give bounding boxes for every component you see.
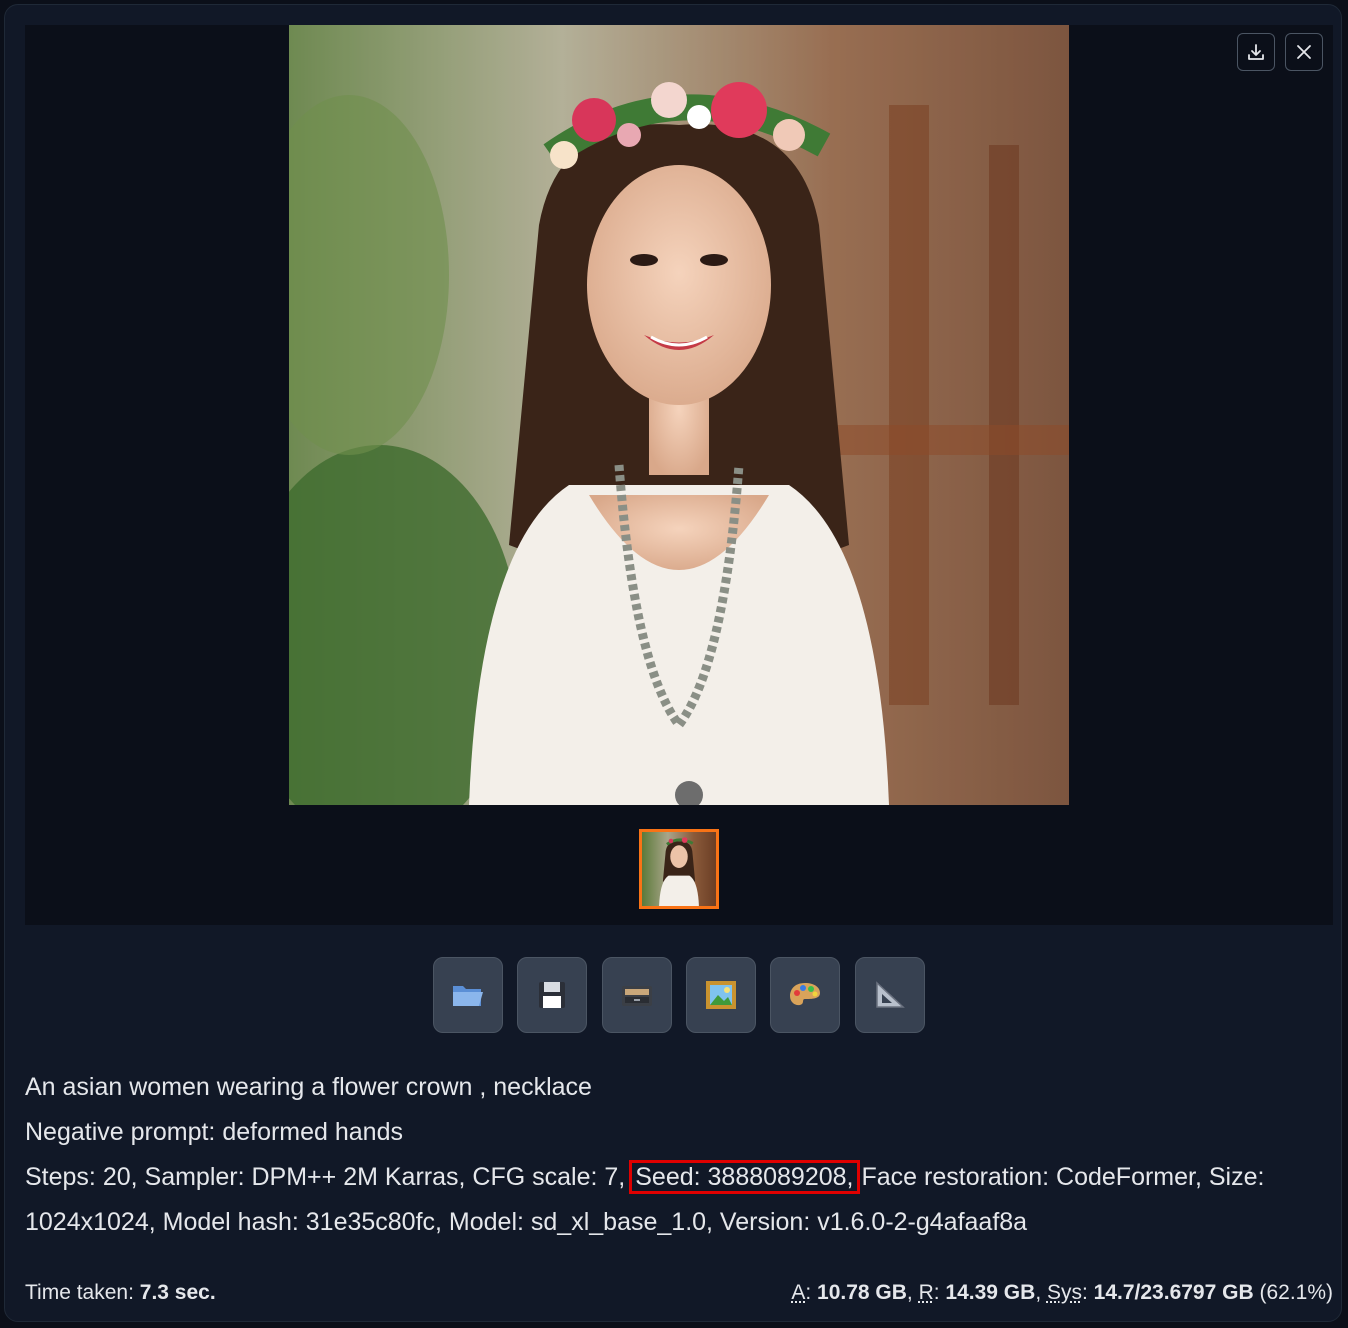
gallery-thumbnail[interactable]: [639, 829, 719, 909]
send-to-extras-button[interactable]: [855, 957, 925, 1033]
close-icon: [1297, 45, 1311, 59]
zip-button[interactable]: [602, 957, 672, 1033]
status-footer: Time taken: 7.3 sec. A: 10.78 GB, R: 14.…: [25, 1275, 1333, 1311]
params-before-seed: Steps: 20, Sampler: DPM++ 2M Karras, CFG…: [25, 1163, 626, 1191]
memory-usage: A: 10.78 GB, R: 14.39 GB, Sys: 14.7/23.6…: [791, 1281, 1333, 1304]
triangle-ruler-icon: [876, 981, 905, 1008]
palette-icon: [790, 983, 820, 1006]
a-value: 10.78 GB: [817, 1281, 907, 1304]
time-taken-label: Time taken:: [25, 1281, 134, 1304]
folder-icon: [453, 986, 483, 1006]
framed-picture-icon: [706, 981, 736, 1009]
open-folder-button[interactable]: [433, 957, 503, 1033]
main-image[interactable]: [289, 25, 1069, 805]
send-to-inpaint-button[interactable]: [770, 957, 840, 1033]
generation-info: An asian women wearing a flower crown , …: [25, 1065, 1325, 1245]
sys-percent: (62.1%): [1259, 1281, 1333, 1304]
portrait-image: [289, 25, 1069, 805]
r-label: R: [918, 1281, 934, 1304]
image-gallery: [25, 25, 1333, 925]
close-button[interactable]: [1285, 33, 1323, 71]
action-toolbar: [433, 957, 925, 1033]
result-panel: An asian women wearing a flower crown , …: [4, 4, 1342, 1322]
negative-prompt-text: Negative prompt: deformed hands: [25, 1118, 403, 1146]
generation-params: Steps: 20, Sampler: DPM++ 2M Karras, CFG…: [25, 1155, 1325, 1245]
prompt-text: An asian women wearing a flower crown , …: [25, 1073, 592, 1101]
time-taken: Time taken: 7.3 sec.: [25, 1281, 216, 1304]
download-button[interactable]: [1237, 33, 1275, 71]
sys-label: Sys: [1046, 1281, 1082, 1304]
save-button[interactable]: [517, 957, 587, 1033]
download-icon: [1248, 44, 1264, 60]
a-label: A: [791, 1281, 806, 1304]
floppy-disk-icon: [539, 982, 565, 1008]
file-cabinet-icon: [622, 986, 652, 1006]
r-value: 14.39 GB: [945, 1281, 1036, 1304]
send-to-img2img-button[interactable]: [686, 957, 756, 1033]
sys-value: 14.7/23.6797 GB: [1093, 1281, 1254, 1304]
time-taken-value: 7.3 sec.: [139, 1281, 216, 1304]
thumbnail-image: [642, 832, 716, 906]
seed-highlight: Seed: 3888089208,: [629, 1160, 860, 1194]
